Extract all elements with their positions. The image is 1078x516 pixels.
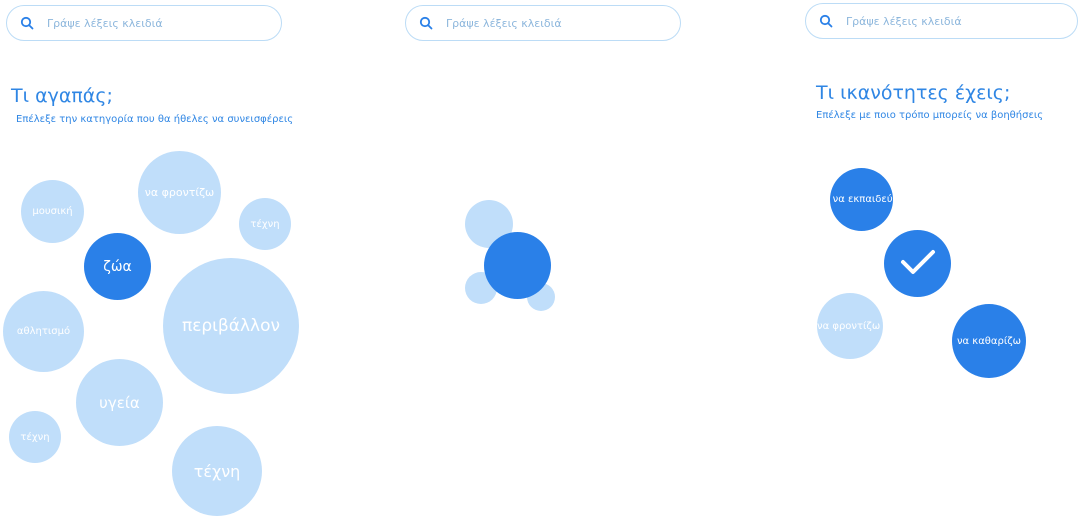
bubble-label: να φροντίζω xyxy=(144,186,215,199)
page-subtitle: Επέλεξε την κατηγορία που θα ήθελες να σ… xyxy=(16,114,294,125)
category-bubble-art[interactable]: τέχνη xyxy=(239,198,291,250)
category-bubble-health[interactable]: υγεία xyxy=(76,359,163,446)
bubble-label: τέχνη xyxy=(193,461,241,481)
checkmark-icon xyxy=(900,248,936,280)
search-bar[interactable] xyxy=(805,3,1078,39)
search-input[interactable] xyxy=(446,16,646,30)
search-input[interactable] xyxy=(47,16,247,30)
bubble-label: ζώα xyxy=(103,258,132,275)
category-bubble-art[interactable]: τέχνη xyxy=(172,426,262,516)
bubble-label: αθλητισμό xyxy=(16,326,71,337)
page-title: Τι αγαπάς; xyxy=(11,85,113,107)
category-bubble-sports[interactable]: αθλητισμό xyxy=(3,291,84,372)
skill-bubble-teaching[interactable]: να εκπαιδεύω xyxy=(830,168,893,231)
bubble-label: να εκπαιδεύω xyxy=(832,194,893,205)
bubble-label: μουσική xyxy=(32,206,73,217)
search-input[interactable] xyxy=(846,14,1046,28)
search-icon xyxy=(406,16,446,30)
loading-bubble xyxy=(484,232,551,299)
skill-bubble-caring[interactable]: να φροντίζω xyxy=(817,293,883,359)
confirm-button[interactable] xyxy=(884,230,951,297)
category-bubble-music[interactable]: μουσική xyxy=(21,180,84,243)
category-bubble-environment[interactable]: περιβάλλον xyxy=(163,258,299,394)
bubble-label: να φροντίζω xyxy=(817,320,881,332)
bubble-label: να καθαρίζω xyxy=(956,335,1022,347)
search-bar[interactable] xyxy=(6,5,282,41)
category-bubble-caring[interactable]: να φροντίζω xyxy=(138,151,221,234)
page-subtitle: Επέλεξε με ποιο τρόπο μπορείς να βοηθήσε… xyxy=(816,110,1044,121)
bubble-label: περιβάλλον xyxy=(181,316,281,336)
search-icon xyxy=(7,16,47,30)
category-bubble-animals[interactable]: ζώα xyxy=(84,233,151,300)
search-icon xyxy=(806,14,846,28)
page-title: Τι ικανότητες έχεις; xyxy=(816,82,1011,104)
bubble-label: υγεία xyxy=(99,393,140,412)
bubble-label: τέχνη xyxy=(20,431,50,443)
bubble-label: τέχνη xyxy=(250,218,280,230)
skill-bubble-cleaning[interactable]: να καθαρίζω xyxy=(952,304,1026,378)
search-bar[interactable] xyxy=(405,5,681,41)
category-bubble-art[interactable]: τέχνη xyxy=(9,411,61,463)
